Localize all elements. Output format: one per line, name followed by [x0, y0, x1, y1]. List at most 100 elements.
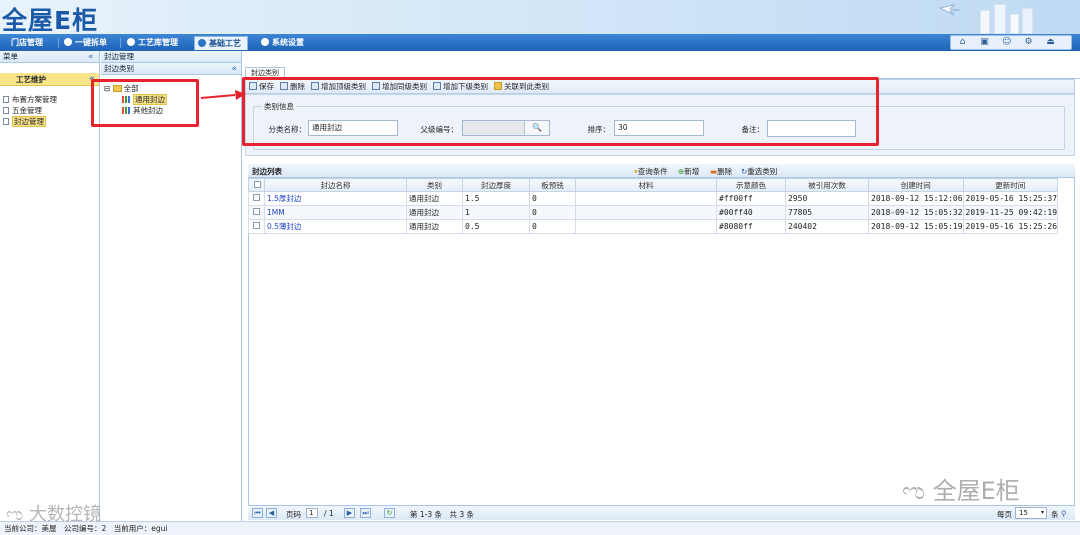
- pagination-bar: ⏮ ◀ 页码 1 / 1 ▶ ⏭ ↻ 第 1-3 条 共 3 条 每页 15 ▾ …: [248, 505, 1075, 520]
- check-circle-icon: [127, 38, 135, 46]
- edge-table: 封边名称 类别 封边厚度 板预铣 材料 示意颜色 被引用次数 创建时间 更新时间…: [248, 178, 1059, 234]
- page-total: / 1: [324, 509, 334, 518]
- chevron-down-icon: ▾: [1040, 509, 1044, 516]
- calendar-icon[interactable]: ▣: [980, 38, 989, 47]
- gear-icon[interactable]: ⚙: [1024, 38, 1033, 47]
- edge-name-link[interactable]: 0.5薄封边: [267, 222, 301, 231]
- refresh-icon[interactable]: ↻: [384, 508, 395, 518]
- check-circle-icon: [64, 38, 72, 46]
- edge-name-link[interactable]: 1MM: [267, 208, 285, 217]
- edge-list-title: 封边列表: [252, 167, 282, 176]
- sidebar-menu: 菜单 工艺维护 « 布置方案管理 五金管理 封边管理: [0, 51, 100, 521]
- checkbox[interactable]: [253, 222, 260, 229]
- updated-cell: 2019-11-25 09:42:19: [962, 205, 1059, 220]
- table-row[interactable]: 0.5薄封边 通用封边 0.5 0 #8080ff 240402 2018-09…: [248, 219, 1059, 234]
- table-header-row: 封边名称 类别 封边厚度 板预铣 材料 示意颜色 被引用次数 创建时间 更新时间: [248, 178, 1059, 192]
- pin-icon[interactable]: ⚲: [1061, 509, 1067, 518]
- prev-page-icon[interactable]: ◀: [266, 508, 277, 518]
- gear-circle-icon: [261, 38, 269, 46]
- per-page-unit: 条: [1051, 510, 1059, 519]
- row-select-cell[interactable]: [248, 219, 265, 234]
- column-header[interactable]: 更新时间: [962, 178, 1059, 192]
- collapse-icon[interactable]: «: [88, 52, 94, 62]
- column-header[interactable]: 创建时间: [868, 178, 964, 192]
- delete-row-button[interactable]: ▬删除: [710, 166, 732, 177]
- row-select-cell[interactable]: [248, 205, 265, 220]
- checkbox[interactable]: [253, 194, 260, 201]
- next-page-icon[interactable]: ▶: [344, 508, 355, 518]
- header-banner: 全屋E柜: [0, 0, 1080, 34]
- page-label: 页码: [286, 510, 301, 519]
- watermark-right: ಌ 全屋E柜: [902, 477, 1020, 505]
- first-page-icon[interactable]: ⏮: [252, 508, 263, 518]
- per-page-select[interactable]: 15 ▾: [1015, 507, 1047, 519]
- top-tool-icons: ⌂ ▣ ☺ ⚙ ⏏: [950, 35, 1072, 50]
- column-header[interactable]: 示意颜色: [716, 178, 786, 192]
- app-window: 全屋E柜 门店管理 一键拆单 工艺库管理 基础工艺 系统设置 ⌂ ▣ ☺ ⚙ ⏏…: [0, 0, 1080, 535]
- wechat-icon: ಌ: [902, 477, 925, 505]
- refs-cell: 240402: [785, 219, 869, 234]
- sidebar-item-hardware[interactable]: 五金管理: [0, 105, 99, 116]
- thickness-cell: 1: [462, 205, 530, 220]
- tab-system-settings[interactable]: 系统设置: [258, 36, 316, 50]
- sidebar-item-edge-banding[interactable]: 封边管理: [0, 116, 99, 127]
- created-cell: 2018-09-12 15:05:19: [868, 219, 964, 234]
- color-cell: #8080ff: [716, 219, 786, 234]
- created-cell: 2018-09-12 15:05:32: [868, 205, 964, 220]
- column-header[interactable]: 类别: [406, 178, 463, 192]
- home-icon[interactable]: ⌂: [958, 38, 967, 47]
- wechat-icon: ಌ: [6, 504, 24, 525]
- column-header[interactable]: 封边名称: [264, 178, 407, 192]
- color-cell: #ff00ff: [716, 191, 786, 206]
- annotation-box-form: [242, 77, 879, 146]
- category-cell: 通用封边: [406, 205, 463, 220]
- user-icon[interactable]: ☺: [1002, 38, 1011, 47]
- column-header[interactable]: 封边厚度: [462, 178, 530, 192]
- category-cell: 通用封边: [406, 219, 463, 234]
- last-page-icon[interactable]: ⏭: [360, 508, 371, 518]
- watermark-left: ಌ 大数控镜: [6, 504, 101, 525]
- logout-icon[interactable]: ⏏: [1046, 38, 1055, 47]
- main-nav: 门店管理 一键拆单 工艺库管理 基础工艺 系统设置 ⌂ ▣ ☺ ⚙ ⏏: [0, 34, 1080, 51]
- breadcrumb: 封边管理: [101, 51, 241, 63]
- tab-basic-process[interactable]: 基础工艺: [194, 36, 248, 50]
- checkbox[interactable]: [253, 208, 260, 215]
- nav-divider: [120, 38, 121, 48]
- table-row[interactable]: 1MM 通用封边 1 0 #00ff40 77805 2018-09-12 15…: [248, 205, 1059, 220]
- table-row[interactable]: 1.5厚封边 通用封边 1.5 0 #ff00ff 2950 2018-09-1…: [248, 191, 1059, 206]
- updated-cell: 2019-05-16 15:25:37: [962, 191, 1059, 206]
- name-cell[interactable]: 1.5厚封边: [264, 191, 407, 206]
- tab-one-click-split[interactable]: 一键拆单: [61, 36, 117, 50]
- sidebar-item-layout-plan[interactable]: 布置方案管理: [0, 94, 99, 105]
- per-page-label: 每页: [997, 510, 1012, 519]
- material-cell: [575, 205, 717, 220]
- collapse-icon[interactable]: «: [231, 63, 237, 75]
- color-cell: #00ff40: [716, 205, 786, 220]
- tab-store-management[interactable]: 门店管理: [8, 36, 56, 50]
- document-icon: [3, 96, 9, 103]
- column-header[interactable]: 材料: [575, 178, 717, 192]
- menu-gap: [0, 86, 99, 94]
- page-input[interactable]: 1: [306, 508, 318, 518]
- column-header[interactable]: 板预铣: [529, 178, 576, 192]
- select-all-cell[interactable]: [248, 178, 265, 192]
- name-cell[interactable]: 0.5薄封边: [264, 219, 407, 234]
- query-button[interactable]: ▾查询条件: [634, 166, 668, 177]
- edge-name-link[interactable]: 1.5厚封边: [267, 194, 301, 203]
- category-cell: 通用封边: [406, 191, 463, 206]
- status-bar: 当前公司：美屋 公司编号：2 当前用户：egui: [0, 521, 1080, 535]
- column-header[interactable]: 被引用次数: [785, 178, 869, 192]
- checkbox[interactable]: [254, 180, 261, 188]
- material-cell: [575, 219, 717, 234]
- sidebar-group-process-maintenance[interactable]: 工艺维护 «: [0, 73, 99, 86]
- premill-cell: 0: [529, 205, 576, 220]
- refs-cell: 77805: [785, 205, 869, 220]
- sidebar-header: 菜单: [0, 51, 99, 63]
- name-cell[interactable]: 1MM: [264, 205, 407, 220]
- add-button[interactable]: ⊕新增: [678, 166, 699, 177]
- nav-divider: [58, 38, 59, 48]
- gear-circle-icon: [198, 39, 206, 47]
- tab-process-library[interactable]: 工艺库管理: [124, 36, 188, 50]
- row-select-cell[interactable]: [248, 191, 265, 206]
- reselect-category-button[interactable]: ↻重选类别: [741, 166, 777, 177]
